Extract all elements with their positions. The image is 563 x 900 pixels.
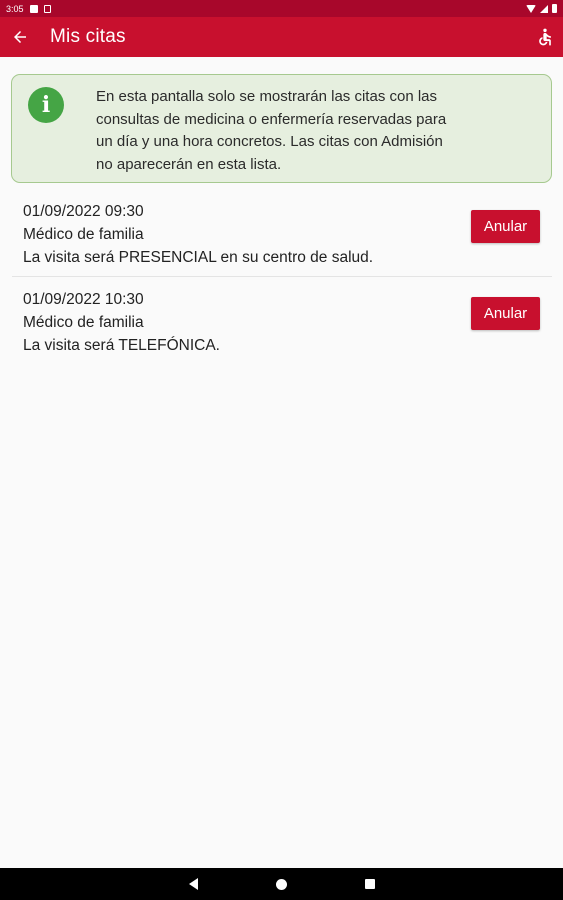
cancel-appointment-button[interactable]: Anular	[471, 210, 540, 243]
status-bar: 3:05	[0, 0, 563, 17]
back-button[interactable]	[0, 17, 40, 57]
appointment-modality: La visita será PRESENCIAL en su centro d…	[23, 249, 374, 266]
wheelchair-icon	[539, 28, 551, 46]
accessibility-button[interactable]	[527, 17, 563, 57]
nav-recents-icon[interactable]	[364, 879, 375, 889]
sim-icon	[43, 4, 51, 13]
status-time: 3:05	[6, 3, 24, 14]
appointment-datetime: 01/09/2022 10:30	[23, 291, 144, 308]
appointment-item: 01/09/2022 10:30 Médico de familia La vi…	[12, 285, 552, 365]
arrow-left-icon	[14, 31, 26, 43]
cancel-appointment-button[interactable]: Anular	[471, 297, 540, 330]
page-title: Mis citas	[50, 26, 126, 47]
appointment-details: 01/09/2022 09:30 Médico de familia La vi…	[23, 200, 373, 269]
appointment-datetime: 01/09/2022 09:30	[23, 203, 144, 220]
appointment-item: 01/09/2022 09:30 Médico de familia La vi…	[12, 197, 552, 277]
appointment-service: Médico de familia	[23, 314, 144, 331]
appointment-modality: La visita será TELEFÓNICA.	[23, 337, 220, 354]
notification-icon	[29, 4, 38, 13]
info-line: no aparecerán en esta lista.	[96, 155, 282, 173]
info-line: un día y una hora concretos. Las citas c…	[96, 133, 443, 150]
nav-back-icon[interactable]	[188, 878, 198, 890]
info-line: En esta pantalla solo se mostrarán las c…	[96, 88, 438, 105]
appointment-details: 01/09/2022 10:30 Médico de familia La vi…	[23, 288, 220, 357]
info-text: En esta pantalla solo se mostrarán las c…	[96, 86, 526, 176]
app-bar: Mis citas	[0, 17, 563, 57]
appointment-service: Médico de familia	[23, 226, 144, 243]
info-icon: i	[28, 87, 64, 123]
battery-icon	[552, 4, 557, 13]
nav-home-icon[interactable]	[275, 878, 287, 890]
info-notice: i En esta pantalla solo se mostrarán las…	[11, 74, 552, 183]
system-nav-bar	[0, 868, 563, 900]
info-line: consultas de medicina o enfermería reser…	[96, 110, 447, 128]
signal-icon	[540, 4, 548, 13]
wifi-icon	[526, 4, 536, 13]
